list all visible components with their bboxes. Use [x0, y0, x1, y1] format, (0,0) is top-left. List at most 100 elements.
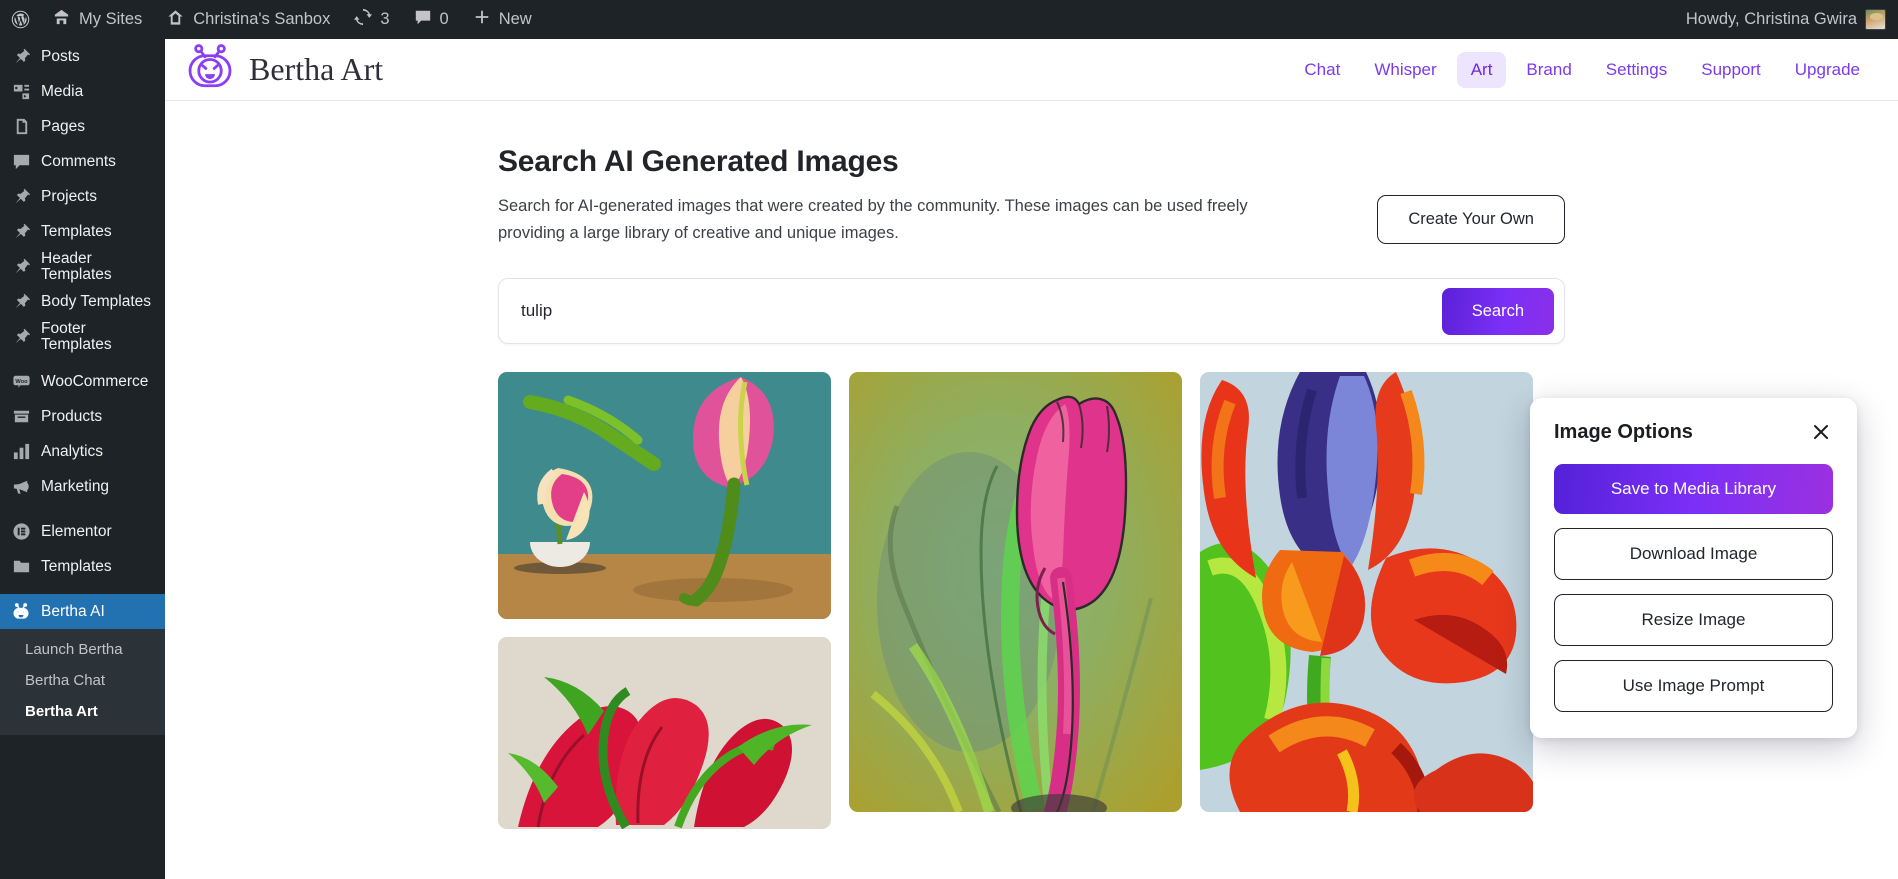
sidebar-item-label: Posts — [41, 47, 80, 65]
wp-admin-sidebar: Posts Media Pages Comments Projects Temp… — [0, 39, 165, 879]
sidebar-item-posts[interactable]: Posts — [0, 39, 165, 74]
admin-bar-item-site-name[interactable]: Christina's Sanbox — [154, 0, 342, 39]
sidebar-item-products[interactable]: Products — [0, 399, 165, 434]
sidebar-item-woocommerce[interactable]: Woo WooCommerce — [0, 364, 165, 399]
save-to-media-library-button[interactable]: Save to Media Library — [1554, 464, 1833, 514]
create-your-own-button[interactable]: Create Your Own — [1377, 195, 1565, 244]
bertha-robot-icon — [185, 42, 235, 97]
sidebar-item-media[interactable]: Media — [0, 74, 165, 109]
nav-link-upgrade[interactable]: Upgrade — [1781, 52, 1874, 88]
analytics-icon — [11, 442, 31, 462]
sidebar-submenu-bertha: Launch Bertha Bertha Chat Bertha Art — [0, 629, 165, 735]
sidebar-separator — [0, 354, 165, 364]
nav-link-support[interactable]: Support — [1687, 52, 1775, 88]
app-title: Bertha Art — [249, 51, 384, 87]
sidebar-item-label: Analytics — [41, 442, 104, 460]
sidebar-subitem-bertha-chat[interactable]: Bertha Chat — [0, 665, 165, 696]
media-icon — [11, 82, 31, 102]
pin-icon — [11, 257, 31, 277]
pin-icon — [11, 292, 31, 312]
image-options-header: Image Options — [1554, 420, 1833, 444]
sidebar-item-label: Footer Templates — [41, 320, 112, 353]
pin-icon — [11, 222, 31, 242]
sidebar-item-elementor-templates[interactable]: Templates — [0, 549, 165, 584]
grid-column — [1200, 372, 1533, 813]
grid-column — [498, 372, 831, 830]
bertha-app-header: Bertha Art Chat Whisper Art Brand Settin… — [165, 39, 1898, 101]
nav-link-brand[interactable]: Brand — [1512, 52, 1585, 88]
folder-icon — [11, 557, 31, 577]
admin-bar-label: New — [498, 10, 532, 28]
sidebar-item-body-templates[interactable]: Body Templates — [0, 284, 165, 319]
admin-bar-label: 0 — [439, 10, 449, 28]
sidebar-separator — [0, 504, 165, 514]
nav-link-art[interactable]: Art — [1456, 51, 1507, 88]
image-result-1[interactable] — [498, 372, 831, 620]
comment-icon — [11, 152, 31, 172]
nav-link-whisper[interactable]: Whisper — [1360, 52, 1450, 88]
tulip-sketch-artwork — [849, 372, 1182, 813]
sidebar-item-label: Templates — [41, 222, 112, 240]
sites-icon — [52, 8, 71, 32]
plus-icon — [473, 8, 491, 31]
sidebar-item-templates[interactable]: Templates — [0, 214, 165, 249]
bertha-brand[interactable]: Bertha Art — [185, 42, 383, 97]
sidebar-item-header-templates[interactable]: Header Templates — [0, 249, 165, 284]
sidebar-item-pages[interactable]: Pages — [0, 109, 165, 144]
image-result-3[interactable] — [1200, 372, 1533, 813]
tulip-red-purple-artwork — [1200, 372, 1533, 813]
nav-link-chat[interactable]: Chat — [1290, 52, 1354, 88]
tulip-teal-artwork — [498, 372, 831, 620]
sidebar-item-label: Bertha AI — [41, 602, 105, 620]
download-image-button[interactable]: Download Image — [1554, 528, 1833, 580]
admin-bar-item-updates[interactable]: 3 — [342, 0, 401, 39]
admin-bar-my-account[interactable]: Howdy, Christina Gwira — [1674, 0, 1898, 39]
admin-bar-item-new[interactable]: New — [461, 0, 544, 39]
content-inner: Search AI Generated Images Search for AI… — [498, 145, 1565, 830]
image-result-2[interactable] — [849, 372, 1182, 813]
image-results-grid — [498, 372, 1565, 830]
search-bar: Search — [498, 278, 1565, 345]
sidebar-subitem-launch-bertha[interactable]: Launch Bertha — [0, 634, 165, 665]
sidebar-item-label: Media — [41, 82, 84, 100]
sidebar-item-comments[interactable]: Comments — [0, 144, 165, 179]
products-icon — [11, 407, 31, 427]
sidebar-item-label: Products — [41, 407, 103, 425]
sidebar-item-label: Header Templates — [41, 250, 112, 283]
search-button[interactable]: Search — [1441, 287, 1554, 335]
admin-bar-item-my-sites[interactable]: My Sites — [40, 0, 154, 39]
sidebar-item-label: Pages — [41, 117, 85, 135]
resize-image-button[interactable]: Resize Image — [1554, 594, 1833, 646]
bertha-robot-icon — [11, 602, 31, 622]
tulip-crayon-artwork — [498, 637, 831, 830]
nav-link-settings[interactable]: Settings — [1592, 52, 1681, 88]
sidebar-item-label: Projects — [41, 187, 97, 205]
use-image-prompt-button[interactable]: Use Image Prompt — [1554, 660, 1833, 712]
close-icon[interactable] — [1809, 420, 1833, 444]
sidebar-item-analytics[interactable]: Analytics — [0, 434, 165, 469]
sidebar-item-bertha-ai[interactable]: Bertha AI — [0, 594, 165, 629]
wp-admin-bar: My Sites Christina's Sanbox 3 0 New Howd… — [0, 0, 1898, 39]
image-result-4[interactable] — [498, 637, 831, 830]
grid-column — [849, 372, 1182, 813]
megaphone-icon — [11, 477, 31, 497]
sidebar-item-footer-templates[interactable]: Footer Templates — [0, 319, 165, 354]
sidebar-item-label: Templates — [41, 557, 112, 575]
avatar — [1865, 9, 1886, 30]
wordpress-icon — [10, 9, 31, 30]
sidebar-item-elementor[interactable]: Elementor — [0, 514, 165, 549]
pin-icon — [11, 47, 31, 67]
comment-icon — [414, 8, 432, 31]
wordpress-logo-button[interactable] — [0, 0, 40, 39]
sidebar-item-label: Elementor — [41, 522, 112, 540]
search-input[interactable] — [521, 301, 1442, 322]
intro-row: Search for AI-generated images that were… — [498, 193, 1565, 246]
home-icon — [166, 8, 185, 32]
image-options-title: Image Options — [1554, 420, 1693, 443]
sidebar-item-projects[interactable]: Projects — [0, 179, 165, 214]
admin-bar-label: Christina's Sanbox — [193, 10, 331, 28]
admin-bar-item-comments[interactable]: 0 — [402, 0, 461, 39]
sidebar-subitem-bertha-art[interactable]: Bertha Art — [0, 696, 165, 727]
pin-icon — [11, 327, 31, 347]
sidebar-item-marketing[interactable]: Marketing — [0, 469, 165, 504]
